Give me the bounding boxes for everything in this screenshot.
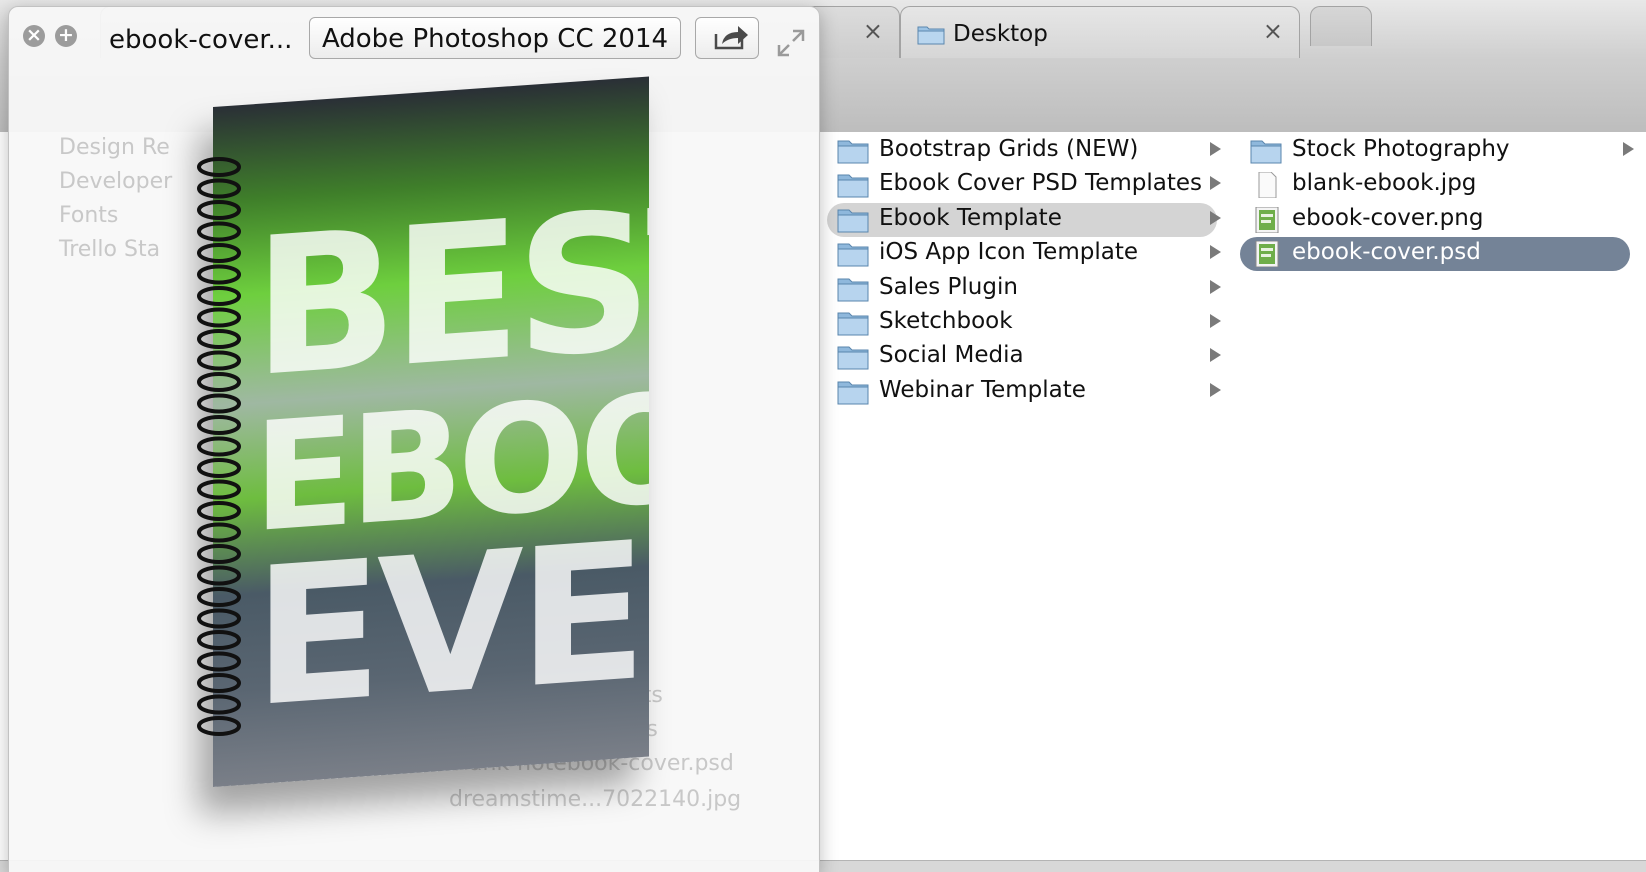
disclosure-arrow-icon <box>1210 245 1221 260</box>
ring <box>197 522 241 543</box>
item-label: Stock Photography <box>1292 136 1510 162</box>
share-button[interactable] <box>695 17 759 59</box>
quicklook-header: × + ebook-cover... Adobe Photoshop CC 20… <box>9 7 819 67</box>
tab-close-button[interactable]: × <box>1263 19 1283 43</box>
ring <box>197 630 241 650</box>
disclosure-arrow-icon <box>1210 142 1221 156</box>
disclosure-arrow-icon <box>1623 142 1634 156</box>
ring <box>197 501 241 521</box>
folder-icon <box>837 174 869 198</box>
folder-icon <box>837 278 869 302</box>
ring <box>197 587 241 607</box>
screen: × Desktop × Bootstrap Grids (NEW) Ebook C… <box>0 0 1646 872</box>
item-label: ebook-cover.png <box>1292 204 1484 231</box>
folder-list-item[interactable]: Ebook Template <box>827 202 1221 237</box>
ring <box>197 565 241 586</box>
item-label: Social Media <box>879 342 1024 369</box>
folder-icon <box>837 140 869 164</box>
disclosure-arrow-icon <box>1210 279 1221 294</box>
folder-icon <box>917 26 945 45</box>
share-icon <box>714 26 748 50</box>
disclosure-arrow-icon <box>1210 382 1221 397</box>
spiral-binding <box>197 157 241 736</box>
folder-icon <box>837 209 869 233</box>
notebook-cover: BEST EBOOK EVER <box>213 76 649 788</box>
tab-close-button[interactable]: × <box>863 19 883 43</box>
disclosure-arrow-icon <box>1210 176 1221 191</box>
item-label: Sales Plugin <box>879 273 1018 300</box>
fullscreen-button[interactable]: + <box>55 25 77 47</box>
ring <box>197 436 241 457</box>
folder-list-item[interactable]: Ebook Cover PSD Templates <box>827 168 1221 202</box>
ring <box>197 716 241 736</box>
ring <box>197 307 241 328</box>
ring <box>197 221 241 242</box>
item-label: Webinar Template <box>879 376 1086 403</box>
folder-list-item[interactable]: Social Media <box>827 340 1221 374</box>
ring <box>197 651 241 672</box>
ebook-cover-preview: BEST EBOOK EVER <box>189 76 649 788</box>
file-list-item[interactable]: Stock Photography <box>1240 134 1634 168</box>
item-label: Sketchbook <box>879 308 1013 334</box>
column-ebook-template-contents: Stock Photography blank-ebook.jpg ebook-co… <box>1232 132 1646 860</box>
folder-icon <box>837 312 869 336</box>
blank-file-icon <box>1258 172 1277 199</box>
ring <box>197 329 241 349</box>
file-list-item[interactable]: ebook-cover.png <box>1240 203 1630 237</box>
ring <box>197 458 241 478</box>
ring <box>197 479 241 500</box>
cover-title-line-3: EVER <box>253 491 649 750</box>
ring <box>197 673 241 693</box>
ring <box>197 393 241 414</box>
expand-icon[interactable] <box>775 27 807 59</box>
tab-label: Desktop <box>953 21 1048 47</box>
folder-list-item[interactable]: Sketchbook <box>827 306 1221 340</box>
item-label: Ebook Template <box>879 204 1062 231</box>
folder-list-item[interactable]: Bootstrap Grids (NEW) <box>827 134 1221 168</box>
item-label: iOS App Icon Template <box>879 239 1138 266</box>
item-label: blank-ebook.jpg <box>1292 170 1477 197</box>
folder-icon <box>837 346 869 370</box>
ring <box>197 243 241 263</box>
close-button[interactable]: × <box>23 25 45 47</box>
ring <box>197 264 241 285</box>
new-tab-button[interactable] <box>1310 6 1372 46</box>
disclosure-arrow-icon <box>1210 314 1221 328</box>
disclosure-arrow-icon <box>1210 348 1221 363</box>
quicklook-title: ebook-cover... <box>109 25 293 55</box>
folder-list-item[interactable]: iOS App Icon Template <box>827 237 1221 271</box>
item-label: ebook-cover.psd <box>1292 239 1481 266</box>
file-list-item[interactable]: ebook-cover.psd <box>1240 237 1630 272</box>
image-file-icon <box>1255 241 1279 268</box>
ring <box>197 415 241 435</box>
folder-icon <box>1250 140 1282 164</box>
image-file-icon <box>1255 206 1279 233</box>
ring <box>197 157 241 177</box>
folder-list-item[interactable]: Sales Plugin <box>827 272 1221 306</box>
quicklook-panel: Design Re Developer Fonts Trello Sta Moc… <box>8 6 820 872</box>
folder-icon <box>837 243 869 267</box>
item-label: Bootstrap Grids (NEW) <box>879 136 1139 162</box>
ring <box>197 286 241 306</box>
disclosure-arrow-icon <box>1210 210 1221 225</box>
folder-icon <box>837 381 869 405</box>
open-with-button[interactable]: Adobe Photoshop CC 2014 <box>309 17 681 59</box>
ring <box>197 350 241 371</box>
file-list-item[interactable]: blank-ebook.jpg <box>1240 168 1630 202</box>
finder-tab-desktop[interactable]: Desktop × <box>900 6 1300 58</box>
item-label: Ebook Cover PSD Templates <box>879 170 1202 197</box>
ring <box>197 178 241 199</box>
ring <box>197 544 241 564</box>
column-ebook-templates: Bootstrap Grids (NEW) Ebook Cover PSD Tem… <box>818 132 1233 860</box>
folder-list-item[interactable]: Webinar Template <box>827 375 1221 409</box>
ring <box>197 608 241 629</box>
ring <box>197 694 241 715</box>
ring <box>197 372 241 392</box>
ring <box>197 200 241 220</box>
